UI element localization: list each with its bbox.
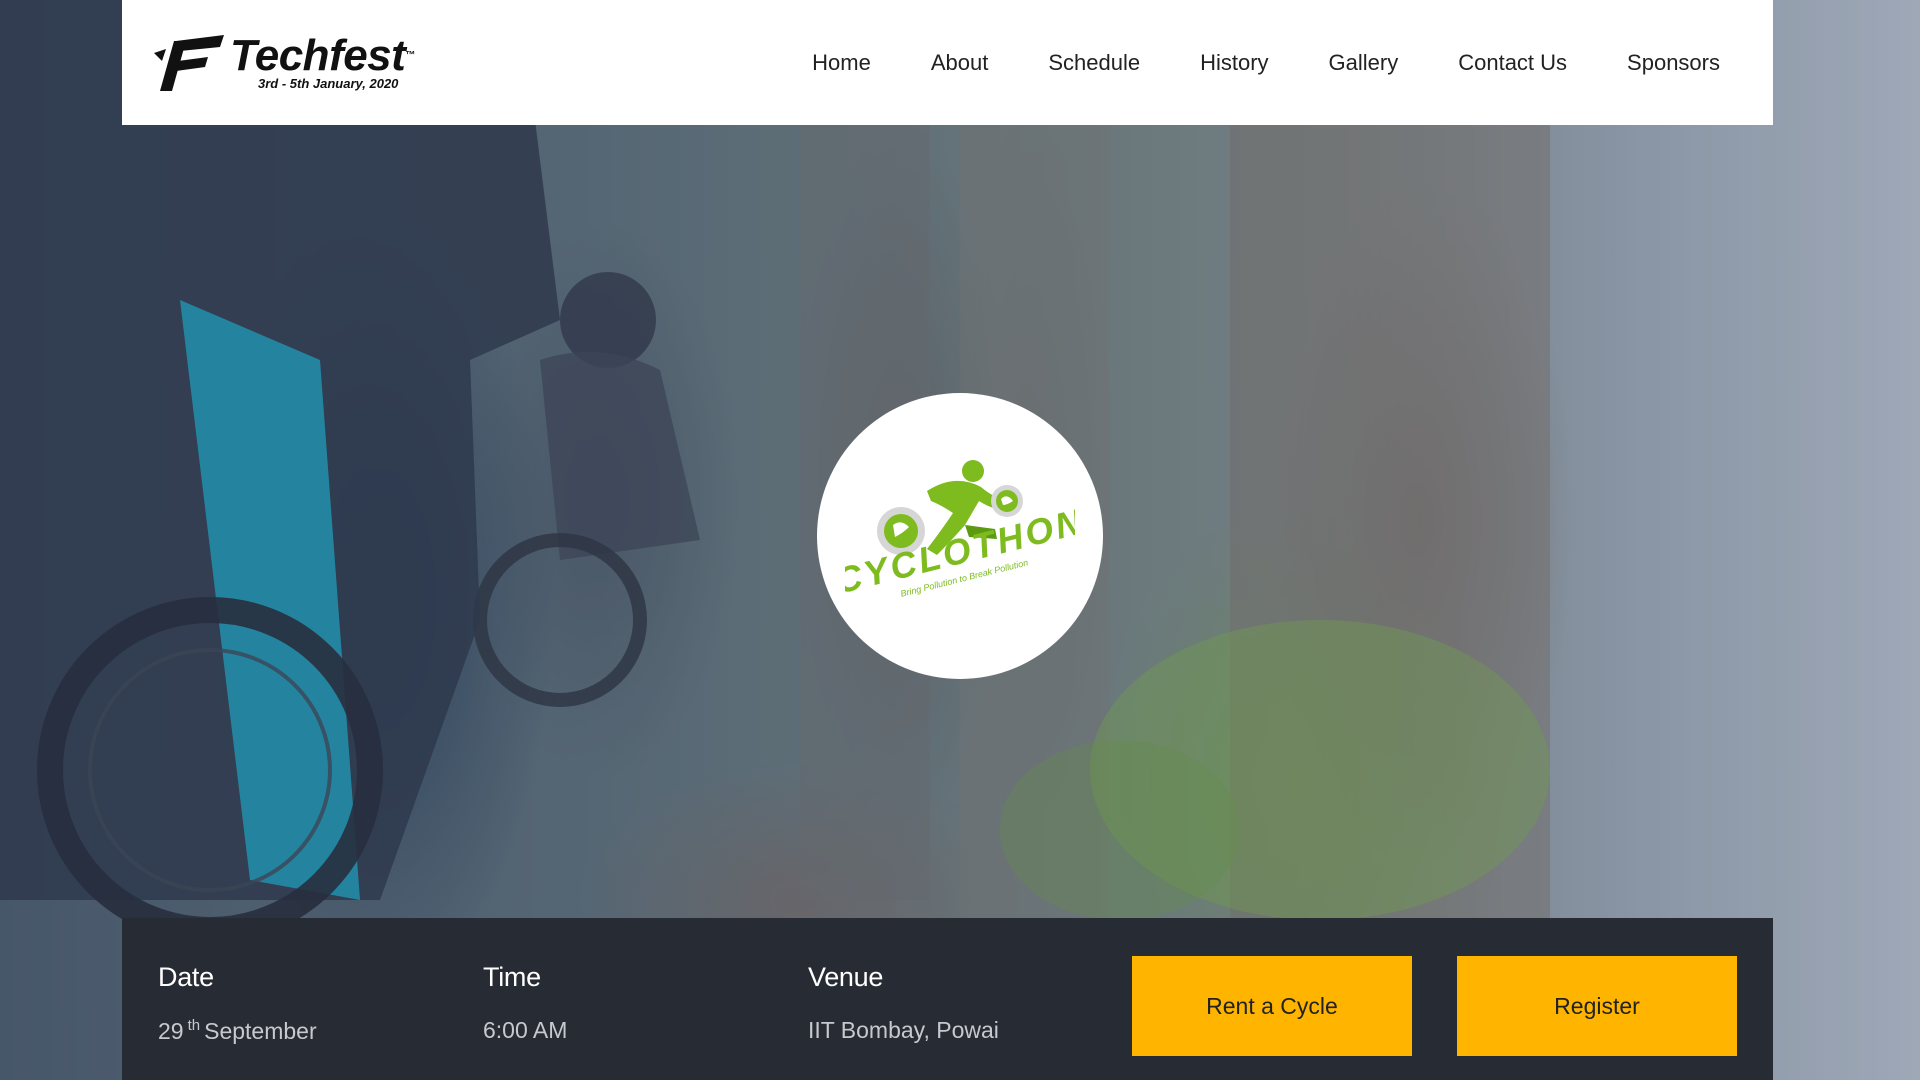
cyclothon-logo: CYCLOTHON Bring Pollution to Break Pollu… <box>845 460 1075 602</box>
logo-text: Techfest™ 3rd - 5th January, 2020 <box>230 30 415 91</box>
rent-a-cycle-button[interactable]: Rent a Cycle <box>1132 956 1412 1056</box>
venue-label: Venue <box>808 962 884 992</box>
date-value: 29th September <box>158 1017 317 1045</box>
nav-about[interactable]: About <box>931 50 989 76</box>
logo-title: Techfest™ <box>230 30 415 80</box>
time-label: Time <box>483 962 541 992</box>
nav-home[interactable]: Home <box>812 50 871 76</box>
venue-value: IIT Bombay, Powai <box>808 1017 999 1043</box>
time-value: 6:00 AM <box>483 1017 568 1043</box>
nav-contact-us[interactable]: Contact Us <box>1458 50 1567 76</box>
nav-sponsors[interactable]: Sponsors <box>1627 50 1720 76</box>
nav-gallery[interactable]: Gallery <box>1329 50 1399 76</box>
time-info: Time 6:00 AM <box>483 962 567 1044</box>
site-header: Techfest™ 3rd - 5th January, 2020 Home A… <box>122 0 1773 125</box>
nav-history[interactable]: History <box>1200 50 1268 76</box>
logo-dates: 3rd - 5th January, 2020 <box>258 75 399 91</box>
date-month: September <box>204 1018 317 1044</box>
date-suffix: th <box>187 1017 201 1034</box>
techfest-logo[interactable]: Techfest™ 3rd - 5th January, 2020 <box>152 28 432 96</box>
main-nav: Home About Schedule History Gallery Cont… <box>812 0 1720 125</box>
date-day: 29 <box>158 1018 184 1044</box>
date-label: Date <box>158 962 214 992</box>
event-info-bar: Date 29th September Time 6:00 AM Venue II… <box>122 918 1773 1080</box>
cyclothon-logo-badge: CYCLOTHON Bring Pollution to Break Pollu… <box>817 393 1103 679</box>
date-info: Date 29th September <box>158 962 317 1045</box>
register-button[interactable]: Register <box>1457 956 1737 1056</box>
nav-schedule[interactable]: Schedule <box>1048 50 1140 76</box>
trademark-symbol: ™ <box>405 49 415 61</box>
techfest-logo-icon <box>154 35 224 91</box>
venue-info: Venue IIT Bombay, Powai <box>808 962 999 1044</box>
